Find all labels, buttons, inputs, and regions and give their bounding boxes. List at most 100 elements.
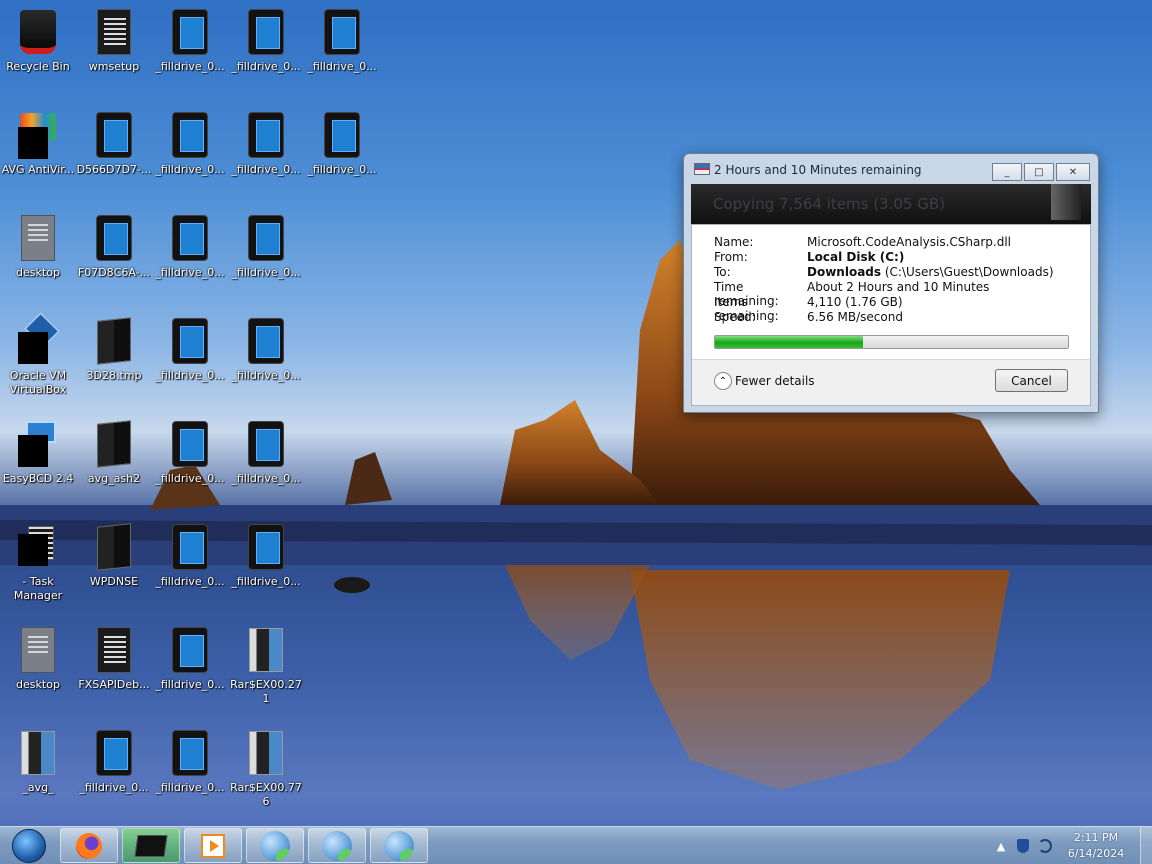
desktop-icon-label: avg_ash2 [87,472,141,485]
desktop-icon[interactable]: - Task Manager [0,517,76,609]
terminal-icon [134,834,168,857]
desktop-icon-label: Oracle VM VirtualBox [9,369,67,396]
dialog-titlebar[interactable]: 2 Hours and 10 Minutes remaining _ □ ✕ [684,154,1098,184]
desktop-icon[interactable]: 3D28.tmp [76,311,152,403]
desktop-icon-label: Rar$EX00.271 [230,678,302,705]
desktop-icon[interactable]: Rar$EX00.776 [228,723,304,815]
desktop-icon[interactable]: WPDNSE [76,517,152,609]
to-link[interactable]: Downloads [807,265,881,279]
desktop-icon-label: _filldrive_0... [307,60,377,73]
copy-window-icon [694,163,710,175]
desktop-icon[interactable]: _filldrive_0... [152,517,228,609]
dialog-title: 2 Hours and 10 Minutes remaining [714,163,922,177]
desktop-icon-label: desktop [16,266,60,279]
taskbar-app-3[interactable] [370,828,428,863]
desktop-icon[interactable]: _filldrive_0... [152,620,228,712]
desktop-icon-label: _filldrive_0... [155,369,225,382]
desktop-icon[interactable]: _filldrive_0... [228,105,304,197]
desktop-icon[interactable]: _filldrive_0... [228,208,304,300]
file-thumbnail [1051,184,1081,220]
desktop-icon[interactable]: EasyBCD 2.4 [0,414,76,506]
desktop-icon[interactable]: _filldrive_0... [228,311,304,403]
settings-file-icon [18,626,58,674]
desktop-icon[interactable]: _filldrive_0... [152,2,228,94]
caption-buttons: _ □ ✕ [992,163,1090,181]
tray-security-icon[interactable] [1012,835,1034,857]
desktop-icon-label: WPDNSE [89,575,139,588]
desktop-icon[interactable]: Rar$EX00.271 [228,620,304,712]
desktop-icon[interactable]: avg_ash2 [76,414,152,506]
taskbar-firefox[interactable] [60,828,118,863]
copy-progress-dialog[interactable]: 2 Hours and 10 Minutes remaining _ □ ✕ C… [683,153,1099,413]
cancel-button[interactable]: Cancel [995,369,1068,392]
from-label: From: [714,250,748,264]
maximize-button[interactable]: □ [1024,163,1054,181]
name-label: Name: [714,235,754,249]
desktop-icon[interactable]: _filldrive_0... [76,723,152,815]
tray-expand-arrow[interactable]: ▲ [990,835,1012,857]
desktop-icon-label: 3D28.tmp [86,369,142,382]
desktop-icon-label: wmsetup [88,60,140,73]
desktop-icon[interactable]: _filldrive_0... [304,2,380,94]
desktop-icon[interactable]: D566D7D7-... [76,105,152,197]
easybcd-icon [18,420,58,468]
desktop-icon-label: FXSAPIDeb... [78,678,150,691]
from-link[interactable]: Local Disk (C:) [807,250,904,264]
tablet-file-icon [322,111,362,159]
desktop-icon[interactable]: wmsetup [76,2,152,94]
to-label: To: [714,265,731,279]
tablet-file-icon [170,420,210,468]
tablet-file-icon [170,317,210,365]
firefox-icon [76,832,102,859]
start-button[interactable] [4,827,54,864]
desktop-icon[interactable]: desktop [0,208,76,300]
desktop-icon[interactable]: FXSAPIDeb... [76,620,152,712]
desktop-icon-label: _filldrive_0... [231,163,301,176]
progress-fill [715,336,864,348]
avg-antivirus-icon [18,111,58,159]
taskbar-media-player[interactable] [184,828,242,863]
taskbar: ▲ 2:11 PM 6/14/2024 [0,826,1152,864]
clock-time: 2:11 PM [1073,831,1119,844]
close-button[interactable]: ✕ [1056,163,1090,181]
desktop-icon[interactable]: _filldrive_0... [228,517,304,609]
rar-folder-icon [246,626,286,674]
speed-row: Speed: 6.56 MB/second [714,310,903,324]
tablet-file-icon [170,214,210,262]
fewer-details-toggle[interactable]: ⌃ Fewer details [714,372,815,390]
desktop-icon[interactable]: desktop [0,620,76,712]
desktop-icon[interactable]: _filldrive_0... [228,2,304,94]
taskbar-app-2[interactable] [308,828,366,863]
desktop-icon[interactable]: _filldrive_0... [152,208,228,300]
desktop-icon[interactable]: Oracle VM VirtualBox [0,311,76,403]
sphere-app-icon [260,830,290,861]
tablet-file-icon [94,214,134,262]
speed-label: Speed: [714,310,756,324]
desktop-icon-label: Recycle Bin [6,60,70,73]
desktop-icon[interactable]: Recycle Bin [0,2,76,94]
desktop-icon-label: _filldrive_0... [155,163,225,176]
minimize-button[interactable]: _ [992,163,1022,181]
desktop-icon[interactable]: _filldrive_0... [152,414,228,506]
desktop-icon[interactable]: _avg_ [0,723,76,815]
sphere-app-icon [322,830,352,861]
taskbar-app-1[interactable] [246,828,304,863]
desktop-icon-label: AVG AntiVir... [1,163,75,176]
clock[interactable]: 2:11 PM 6/14/2024 [1056,830,1136,862]
desktop-icon[interactable]: _filldrive_0... [304,105,380,197]
taskbar-terminal[interactable] [122,828,180,863]
desktop-icon[interactable]: F07D8C6A-... [76,208,152,300]
desktop-icon[interactable]: _filldrive_0... [228,414,304,506]
show-desktop-button[interactable] [1140,827,1152,864]
tablet-file-icon [246,214,286,262]
desktop-icon-label: F07D8C6A-... [77,266,151,279]
folder-icon [94,420,134,468]
desktop-icon[interactable]: AVG AntiVir... [0,105,76,197]
tray-network-icon[interactable] [1034,835,1056,857]
rar-folder-icon [18,729,58,777]
desktop-icon-label: _filldrive_0... [155,781,225,794]
desktop-icon[interactable]: _filldrive_0... [152,105,228,197]
desktop-icon[interactable]: _filldrive_0... [152,311,228,403]
desktop-icon[interactable]: _filldrive_0... [152,723,228,815]
chevron-up-icon: ⌃ [714,372,732,390]
